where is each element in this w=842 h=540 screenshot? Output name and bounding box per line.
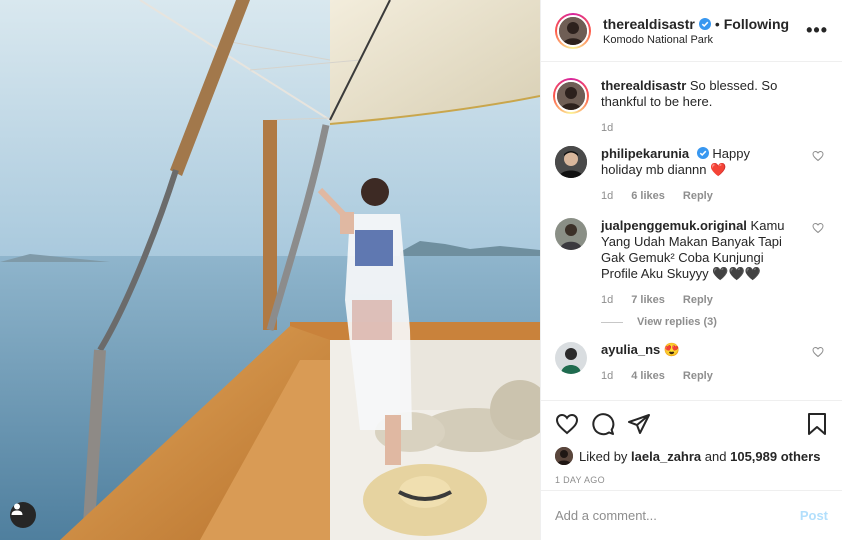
- liked-by-connector: and: [704, 448, 727, 464]
- comment-time[interactable]: 1d: [601, 292, 613, 308]
- separator-dot: •: [714, 15, 720, 32]
- commenter-avatar[interactable]: [555, 218, 587, 250]
- comment-username[interactable]: philipekarunia: [601, 146, 689, 161]
- person-icon: [11, 503, 23, 515]
- comment-username[interactable]: jualpenggemuk.original: [601, 218, 747, 233]
- post-comment-button[interactable]: Post: [800, 508, 828, 523]
- likes-others-link[interactable]: 105,989 others: [730, 449, 820, 464]
- more-options-icon[interactable]: •••: [798, 20, 828, 41]
- liked-by-prefix: Liked by: [579, 448, 628, 464]
- boat-scene-image: [0, 0, 540, 540]
- comment-time[interactable]: 1d: [601, 368, 613, 384]
- liker-avatar[interactable]: [555, 447, 573, 465]
- comment-likes[interactable]: 6 likes: [631, 188, 665, 204]
- reply-button[interactable]: Reply: [683, 292, 713, 308]
- likes-summary: Liked by laela_zahra and 105,989 others: [555, 447, 828, 465]
- location-link[interactable]: Komodo National Park: [603, 34, 798, 46]
- instagram-post: therealdisastr • Following Komodo Nation…: [0, 0, 842, 540]
- caption-time[interactable]: 1d: [601, 120, 613, 136]
- comments-list[interactable]: therealdisastr So blessed. So thankful t…: [541, 62, 842, 400]
- share-paper-plane-icon[interactable]: [627, 412, 651, 436]
- commenter-avatar-image: [555, 146, 587, 178]
- comment-likes[interactable]: 4 likes: [631, 368, 665, 384]
- comment-likes[interactable]: 7 likes: [631, 292, 665, 308]
- reply-button[interactable]: Reply: [683, 188, 713, 204]
- verified-badge-icon: [698, 17, 711, 30]
- post-actions: Liked by laela_zahra and 105,989 others …: [541, 400, 842, 490]
- comment-username[interactable]: ayulia_ns: [601, 342, 660, 357]
- post-details-panel: therealdisastr • Following Komodo Nation…: [540, 0, 842, 540]
- commenter-avatar[interactable]: [555, 342, 587, 374]
- like-heart-icon[interactable]: [555, 412, 579, 436]
- like-comment-heart-icon[interactable]: [812, 150, 824, 162]
- save-bookmark-icon[interactable]: [806, 412, 828, 436]
- caption-username[interactable]: therealdisastr: [601, 78, 686, 93]
- following-button[interactable]: Following: [724, 16, 789, 32]
- comment-text: 😍: [663, 342, 681, 357]
- comment-item: jualpenggemuk.original Kamu Yang Udah Ma…: [555, 218, 828, 308]
- liker-username[interactable]: laela_zahra: [631, 449, 701, 464]
- user-tags-button[interactable]: [10, 502, 36, 528]
- commenter-avatar[interactable]: [555, 146, 587, 178]
- view-replies-button[interactable]: View replies (3): [601, 316, 828, 328]
- caption: therealdisastr So blessed. So thankful t…: [553, 78, 828, 136]
- verified-badge-icon: [696, 147, 709, 159]
- post-photo[interactable]: [0, 0, 540, 540]
- add-comment-bar: Post: [541, 490, 842, 540]
- comment-item: philipekarunia Happy holiday mb diannn ❤…: [555, 146, 828, 204]
- comment-time[interactable]: 1d: [601, 188, 613, 204]
- like-comment-heart-icon[interactable]: [812, 346, 824, 358]
- reply-button[interactable]: Reply: [683, 368, 713, 384]
- view-replies-label: View replies (3): [637, 316, 717, 328]
- post-header: therealdisastr • Following Komodo Nation…: [541, 0, 842, 62]
- commenter-avatar-image: [555, 218, 587, 250]
- view-replies-line: [601, 321, 623, 323]
- add-comment-input[interactable]: [555, 508, 800, 523]
- author-avatar[interactable]: [555, 12, 591, 49]
- author-username[interactable]: therealdisastr: [603, 16, 695, 32]
- comment-bubble-icon[interactable]: [591, 412, 615, 436]
- post-timestamp[interactable]: 1 DAY AGO: [555, 475, 828, 485]
- caption-avatar[interactable]: [553, 78, 589, 114]
- caption-avatar-image: [557, 82, 585, 110]
- comment-item: ayulia_ns 😍 1d 4 likes Reply: [555, 342, 828, 384]
- like-comment-heart-icon[interactable]: [812, 222, 824, 234]
- liker-avatar-image: [555, 447, 573, 465]
- author-avatar-image: [559, 16, 587, 45]
- commenter-avatar-image: [555, 342, 587, 374]
